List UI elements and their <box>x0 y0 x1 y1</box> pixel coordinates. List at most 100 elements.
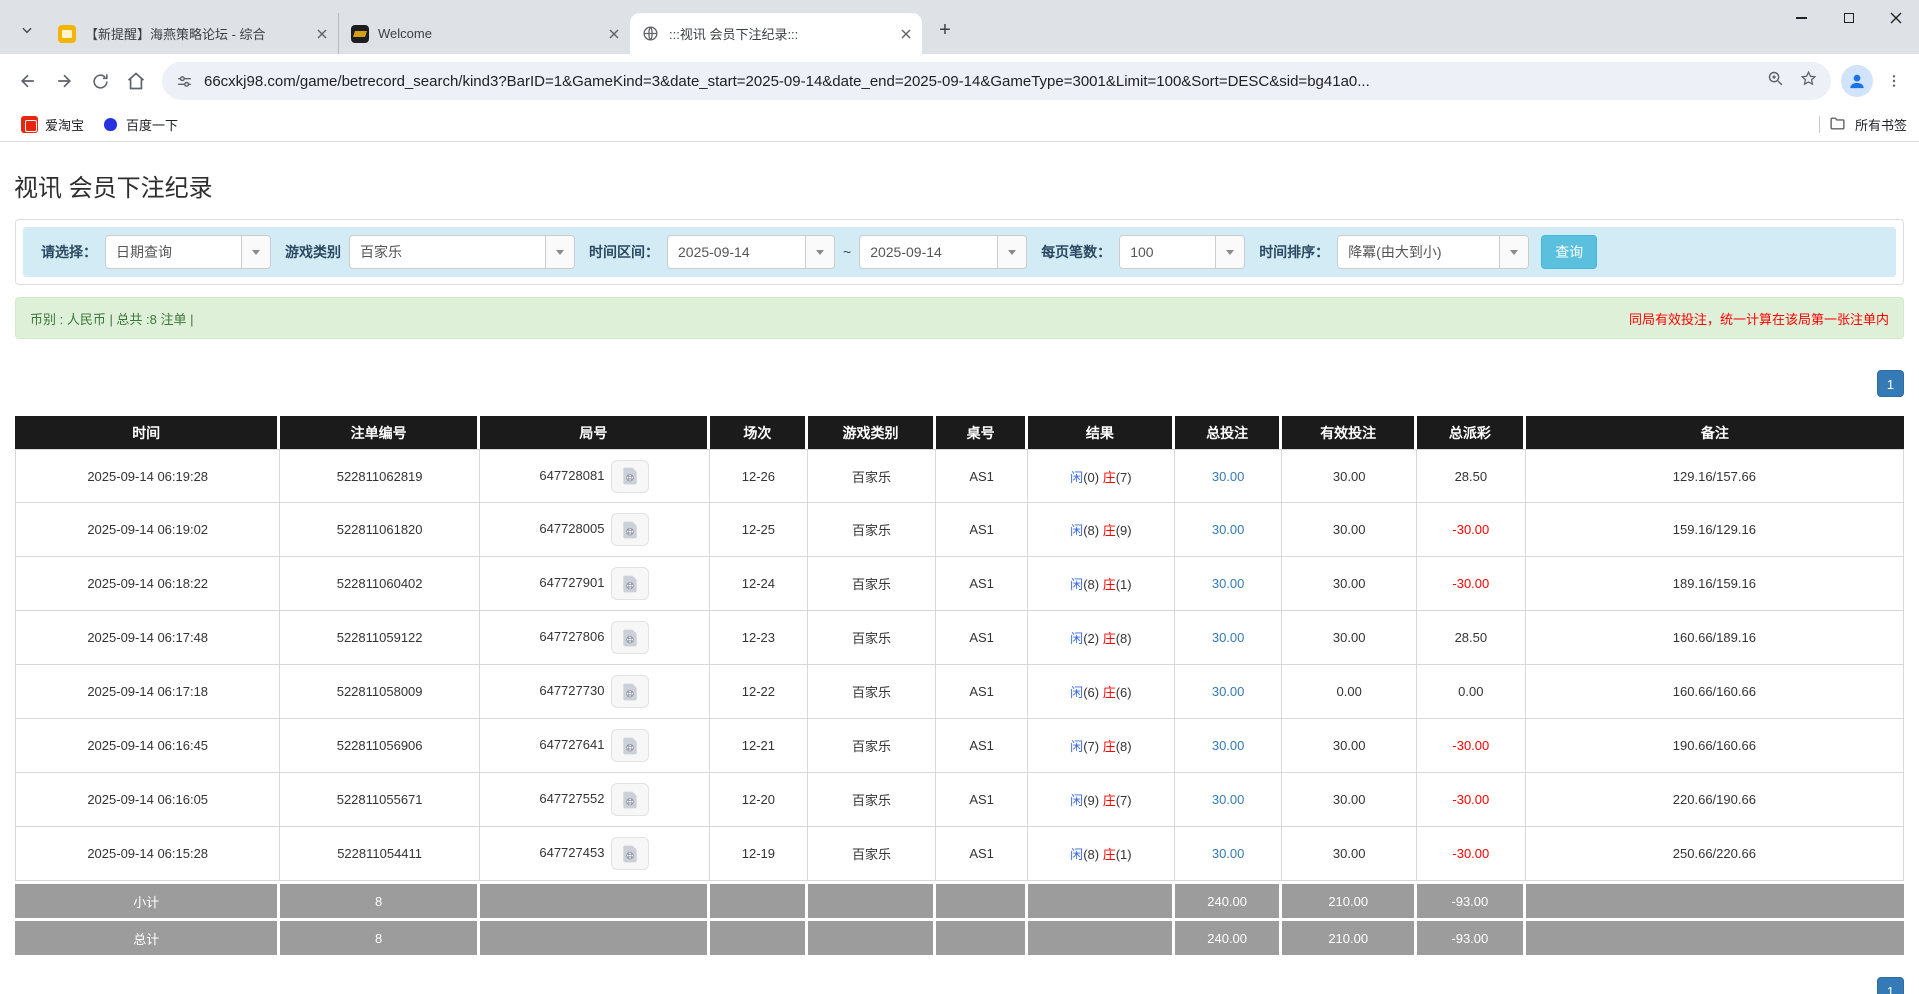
table-header-row: 时间注单编号局号场次游戏类别桌号结果总投注有效投注总派彩备注 <box>15 416 1904 449</box>
page-size-select[interactable]: 100 <box>1119 235 1245 269</box>
browser-tab-3[interactable]: :::视讯 会员下注纪录::: <box>630 13 922 54</box>
close-window-button[interactable] <box>1872 0 1919 36</box>
home-button[interactable] <box>118 63 154 99</box>
chevron-down-icon[interactable] <box>1215 236 1244 268</box>
video-replay-button[interactable] <box>611 675 649 708</box>
minimize-button[interactable] <box>1778 0 1825 36</box>
cell-total-bet[interactable]: 30.00 <box>1175 719 1283 773</box>
tab-close-icon[interactable] <box>605 25 622 42</box>
welcome-favicon <box>351 25 369 43</box>
date-start-input[interactable]: 2025-09-14 <box>667 235 835 269</box>
cell-game-type: 百家乐 <box>808 827 936 881</box>
chevron-down-icon[interactable] <box>997 236 1026 268</box>
address-bar[interactable]: 66cxkj98.com/game/betrecord_search/kind3… <box>162 62 1831 100</box>
browser-tab-1[interactable]: 【新提醒】海燕策略论坛 - 综合 <box>46 13 338 54</box>
total-bet-link[interactable]: 30.00 <box>1212 469 1245 484</box>
cell-time: 2025-09-14 06:19:02 <box>15 503 280 557</box>
browser-tab-2[interactable]: Welcome <box>338 13 630 54</box>
filter-well: 请选择： 日期查询 游戏类别 百家乐 时间区间： 2025-09-14 ~ 20… <box>23 227 1896 277</box>
chevron-down-icon[interactable] <box>545 236 574 268</box>
round-id: 647727806 <box>539 629 604 644</box>
video-replay-button[interactable] <box>611 567 649 600</box>
video-replay-button[interactable] <box>611 837 649 870</box>
cell-game-type: 百家乐 <box>808 665 936 719</box>
total-bet-link[interactable]: 30.00 <box>1212 792 1245 807</box>
summary-session <box>710 881 808 918</box>
cell-round-id: 647727453 <box>480 827 710 881</box>
total-bet-link[interactable]: 30.00 <box>1212 684 1245 699</box>
column-header: 有效投注 <box>1282 416 1416 449</box>
filter-panel: 请选择： 日期查询 游戏类别 百家乐 时间区间： 2025-09-14 ~ 20… <box>15 219 1904 285</box>
game-type-select[interactable]: 百家乐 <box>349 235 575 269</box>
chevron-down-icon[interactable] <box>1499 236 1528 268</box>
cell-total-bet[interactable]: 30.00 <box>1175 503 1283 557</box>
chevron-down-icon[interactable] <box>241 236 270 268</box>
search-button[interactable]: 查询 <box>1541 235 1597 269</box>
chevron-down-icon[interactable] <box>805 236 834 268</box>
cell-bet-id: 522811054411 <box>280 827 479 881</box>
cell-payout: -30.00 <box>1417 557 1526 611</box>
cell-session: 12-22 <box>710 665 808 719</box>
zoom-icon[interactable] <box>1767 70 1784 92</box>
browser-menu-icon[interactable] <box>1879 66 1909 96</box>
cell-session: 12-20 <box>710 773 808 827</box>
cell-table-no: AS1 <box>936 773 1028 827</box>
tab-close-icon[interactable] <box>313 25 330 42</box>
cell-payout: 0.00 <box>1417 665 1526 719</box>
cell-valid-bet: 30.00 <box>1282 719 1416 773</box>
cell-total-bet[interactable]: 30.00 <box>1175 665 1283 719</box>
cell-result: 闲(2) 庄(8) <box>1028 611 1175 665</box>
total-bet-link[interactable]: 30.00 <box>1212 846 1245 861</box>
tab-search-chevron-icon[interactable] <box>12 15 42 45</box>
page-button-1[interactable]: 1 <box>1877 977 1904 994</box>
url-text[interactable]: 66cxkj98.com/game/betrecord_search/kind3… <box>204 73 1755 90</box>
forward-button[interactable] <box>46 63 82 99</box>
sort-select[interactable]: 降冪(由大到小) <box>1337 235 1529 269</box>
forum-favicon <box>58 25 76 43</box>
summary-total-bet: 240.00 <box>1175 881 1283 918</box>
video-replay-button[interactable] <box>611 729 649 762</box>
cell-total-bet[interactable]: 30.00 <box>1175 773 1283 827</box>
query-type-select[interactable]: 日期查询 <box>105 235 271 269</box>
total-bet-link[interactable]: 30.00 <box>1212 738 1245 753</box>
bookmark-item[interactable]: 百度一下 <box>93 112 187 138</box>
date-end-input[interactable]: 2025-09-14 <box>859 235 1027 269</box>
bookmark-star-icon[interactable] <box>1800 70 1817 92</box>
page-button-1[interactable]: 1 <box>1877 370 1904 397</box>
summary-round <box>480 918 710 955</box>
cell-total-bet[interactable]: 30.00 <box>1175 449 1283 503</box>
tab-title: :::视讯 会员下注纪录::: <box>669 24 891 43</box>
cell-payout: 28.50 <box>1417 449 1526 503</box>
cell-valid-bet: 30.00 <box>1282 773 1416 827</box>
profile-avatar[interactable] <box>1841 65 1873 97</box>
all-bookmarks-label[interactable]: 所有书签 <box>1855 115 1907 134</box>
cell-total-bet[interactable]: 30.00 <box>1175 557 1283 611</box>
cell-game-type: 百家乐 <box>808 773 936 827</box>
total-bet-link[interactable]: 30.00 <box>1212 522 1245 537</box>
video-replay-button[interactable] <box>611 513 649 546</box>
total-bet-link[interactable]: 30.00 <box>1212 630 1245 645</box>
cell-table-no: AS1 <box>936 611 1028 665</box>
cell-session: 12-24 <box>710 557 808 611</box>
new-tab-button[interactable]: + <box>930 15 960 45</box>
cell-total-bet[interactable]: 30.00 <box>1175 611 1283 665</box>
total-bet-link[interactable]: 30.00 <box>1212 576 1245 591</box>
sort-label: 时间排序： <box>1259 242 1329 262</box>
maximize-button[interactable] <box>1825 0 1872 36</box>
cell-game-type: 百家乐 <box>808 449 936 503</box>
back-button[interactable] <box>10 63 46 99</box>
site-settings-icon[interactable] <box>176 73 193 90</box>
refresh-button[interactable] <box>82 63 118 99</box>
cell-table-no: AS1 <box>936 449 1028 503</box>
bookmark-item[interactable]: 爱淘宝 <box>12 112 93 138</box>
summary-total-bet: 240.00 <box>1175 918 1283 955</box>
cell-total-bet[interactable]: 30.00 <box>1175 827 1283 881</box>
subtotal-row: 小计8240.00210.00-93.00 <box>15 881 1904 918</box>
table-row: 2025-09-14 06:17:18522811058009647727730… <box>15 665 1904 719</box>
video-replay-button[interactable] <box>611 783 649 816</box>
video-replay-button[interactable] <box>611 621 649 654</box>
tab-close-icon[interactable] <box>897 25 914 42</box>
column-header: 注单编号 <box>280 416 479 449</box>
video-replay-button[interactable] <box>611 460 649 493</box>
table-row: 2025-09-14 06:19:28522811062819647728081… <box>15 449 1904 503</box>
